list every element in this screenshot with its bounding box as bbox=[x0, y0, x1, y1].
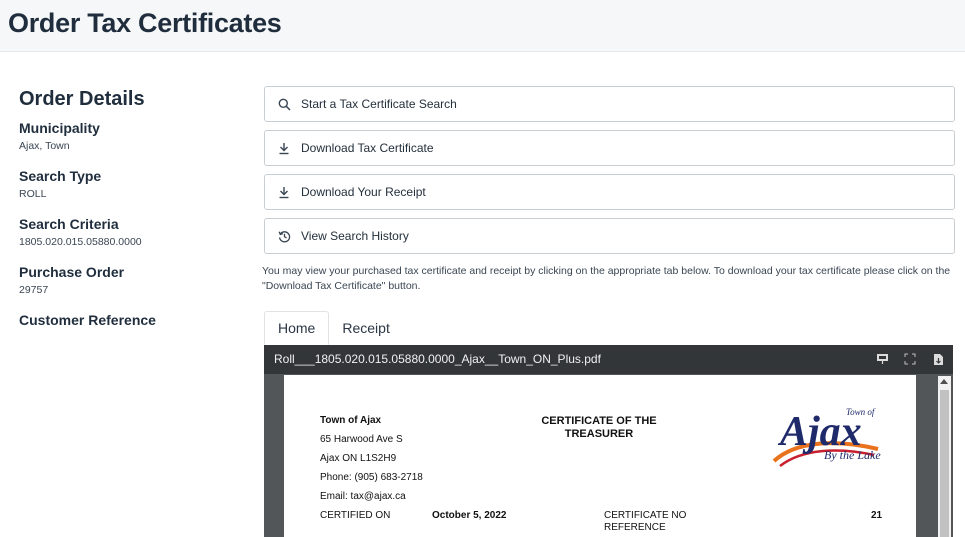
action-label: Start a Tax Certificate Search bbox=[301, 97, 457, 111]
search-icon bbox=[277, 97, 291, 111]
scroll-up-arrow-icon[interactable] bbox=[940, 379, 948, 384]
detail-search-criteria: Search Criteria 1805.020.015.05880.0000 bbox=[19, 215, 239, 249]
detail-label: Municipality bbox=[19, 120, 100, 136]
pdf-phone: Phone: (905) 683-2718 bbox=[320, 472, 423, 483]
pdf-org-name: Town of Ajax bbox=[320, 415, 382, 426]
action-label: View Search History bbox=[301, 229, 409, 243]
detail-label: Purchase Order bbox=[19, 264, 125, 280]
pdf-reference-label: REFERENCE bbox=[604, 522, 666, 533]
detail-label: Search Criteria bbox=[19, 216, 119, 232]
pdf-heading: CERTIFICATE OF THE TREASURER bbox=[514, 415, 684, 441]
pdf-address-line: 65 Harwood Ave S bbox=[320, 434, 403, 445]
action-label: Download Tax Certificate bbox=[301, 141, 434, 155]
info-text: You may view your purchased tax certific… bbox=[262, 265, 951, 292]
pdf-filename: Roll___1805.020.015.05880.0000_Ajax__Tow… bbox=[274, 352, 601, 366]
detail-label: Search Type bbox=[19, 168, 102, 184]
detail-value: ROLL bbox=[19, 188, 47, 200]
tab-home[interactable]: Home bbox=[264, 311, 330, 345]
pdf-cert-no-value: 21 bbox=[871, 510, 883, 521]
pdf-page: Town of Ajax 65 Harwood Ave S Ajax ON L1… bbox=[284, 375, 916, 537]
pdf-heading-line: CERTIFICATE OF THE bbox=[541, 415, 657, 427]
history-icon bbox=[277, 229, 291, 243]
download-receipt-button[interactable]: Download Your Receipt bbox=[264, 174, 955, 210]
pdf-scrollbar[interactable] bbox=[938, 376, 951, 537]
detail-customer-reference: Customer Reference bbox=[19, 311, 239, 329]
start-search-button[interactable]: Start a Tax Certificate Search bbox=[264, 86, 955, 122]
download-icon bbox=[277, 141, 291, 155]
pdf-cert-no-label: CERTIFICATE NO bbox=[604, 510, 687, 521]
order-details-title: Order Details bbox=[19, 88, 145, 110]
detail-value: Ajax, Town bbox=[19, 140, 70, 152]
save-icon[interactable] bbox=[931, 352, 945, 366]
pdf-address-line: Ajax ON L1S2H9 bbox=[320, 453, 397, 464]
download-certificate-button[interactable]: Download Tax Certificate bbox=[264, 130, 955, 166]
ajax-logo: Town of Ajax By the Lake bbox=[766, 403, 890, 473]
pdf-heading-line: TREASURER bbox=[564, 428, 634, 440]
pdf-cert-labels: CERTIFICATE NO REFERENCE bbox=[604, 510, 686, 534]
svg-text:By the Lake: By the Lake bbox=[824, 448, 881, 462]
page-title: Order Tax Certificates bbox=[8, 8, 282, 38]
tab-receipt[interactable]: Receipt bbox=[329, 311, 402, 345]
action-list: Start a Tax Certificate Search Download … bbox=[264, 86, 955, 262]
page-header: Order Tax Certificates bbox=[0, 0, 965, 52]
pdf-tools bbox=[875, 352, 945, 366]
presentation-icon[interactable] bbox=[875, 352, 889, 366]
detail-value: 29757 bbox=[19, 284, 49, 296]
tab-bar: Home Receipt bbox=[264, 311, 403, 345]
detail-value: 1805.020.015.05880.0000 bbox=[19, 236, 142, 248]
pdf-email: Email: tax@ajax.ca bbox=[320, 491, 406, 502]
detail-purchase-order: Purchase Order 29757 bbox=[19, 263, 239, 297]
detail-label: Customer Reference bbox=[19, 312, 156, 328]
pdf-certified-label: CERTIFIED ON bbox=[320, 510, 391, 521]
detail-search-type: Search Type ROLL bbox=[19, 167, 239, 201]
pdf-certified-value: October 5, 2022 bbox=[432, 510, 507, 521]
detail-municipality: Municipality Ajax, Town bbox=[19, 119, 239, 153]
action-label: Download Your Receipt bbox=[301, 185, 426, 199]
view-search-history-button[interactable]: View Search History bbox=[264, 218, 955, 254]
pdf-viewer[interactable]: Roll___1805.020.015.05880.0000_Ajax__Tow… bbox=[264, 345, 953, 537]
order-details-panel: Order Details Municipality Ajax, Town Se… bbox=[19, 88, 239, 343]
scroll-thumb[interactable] bbox=[940, 390, 949, 537]
fullscreen-icon[interactable] bbox=[903, 352, 917, 366]
pdf-toolbar: Roll___1805.020.015.05880.0000_Ajax__Tow… bbox=[264, 345, 953, 374]
pdf-sender-block: Town of Ajax 65 Harwood Ave S Ajax ON L1… bbox=[320, 411, 423, 506]
download-icon bbox=[277, 185, 291, 199]
